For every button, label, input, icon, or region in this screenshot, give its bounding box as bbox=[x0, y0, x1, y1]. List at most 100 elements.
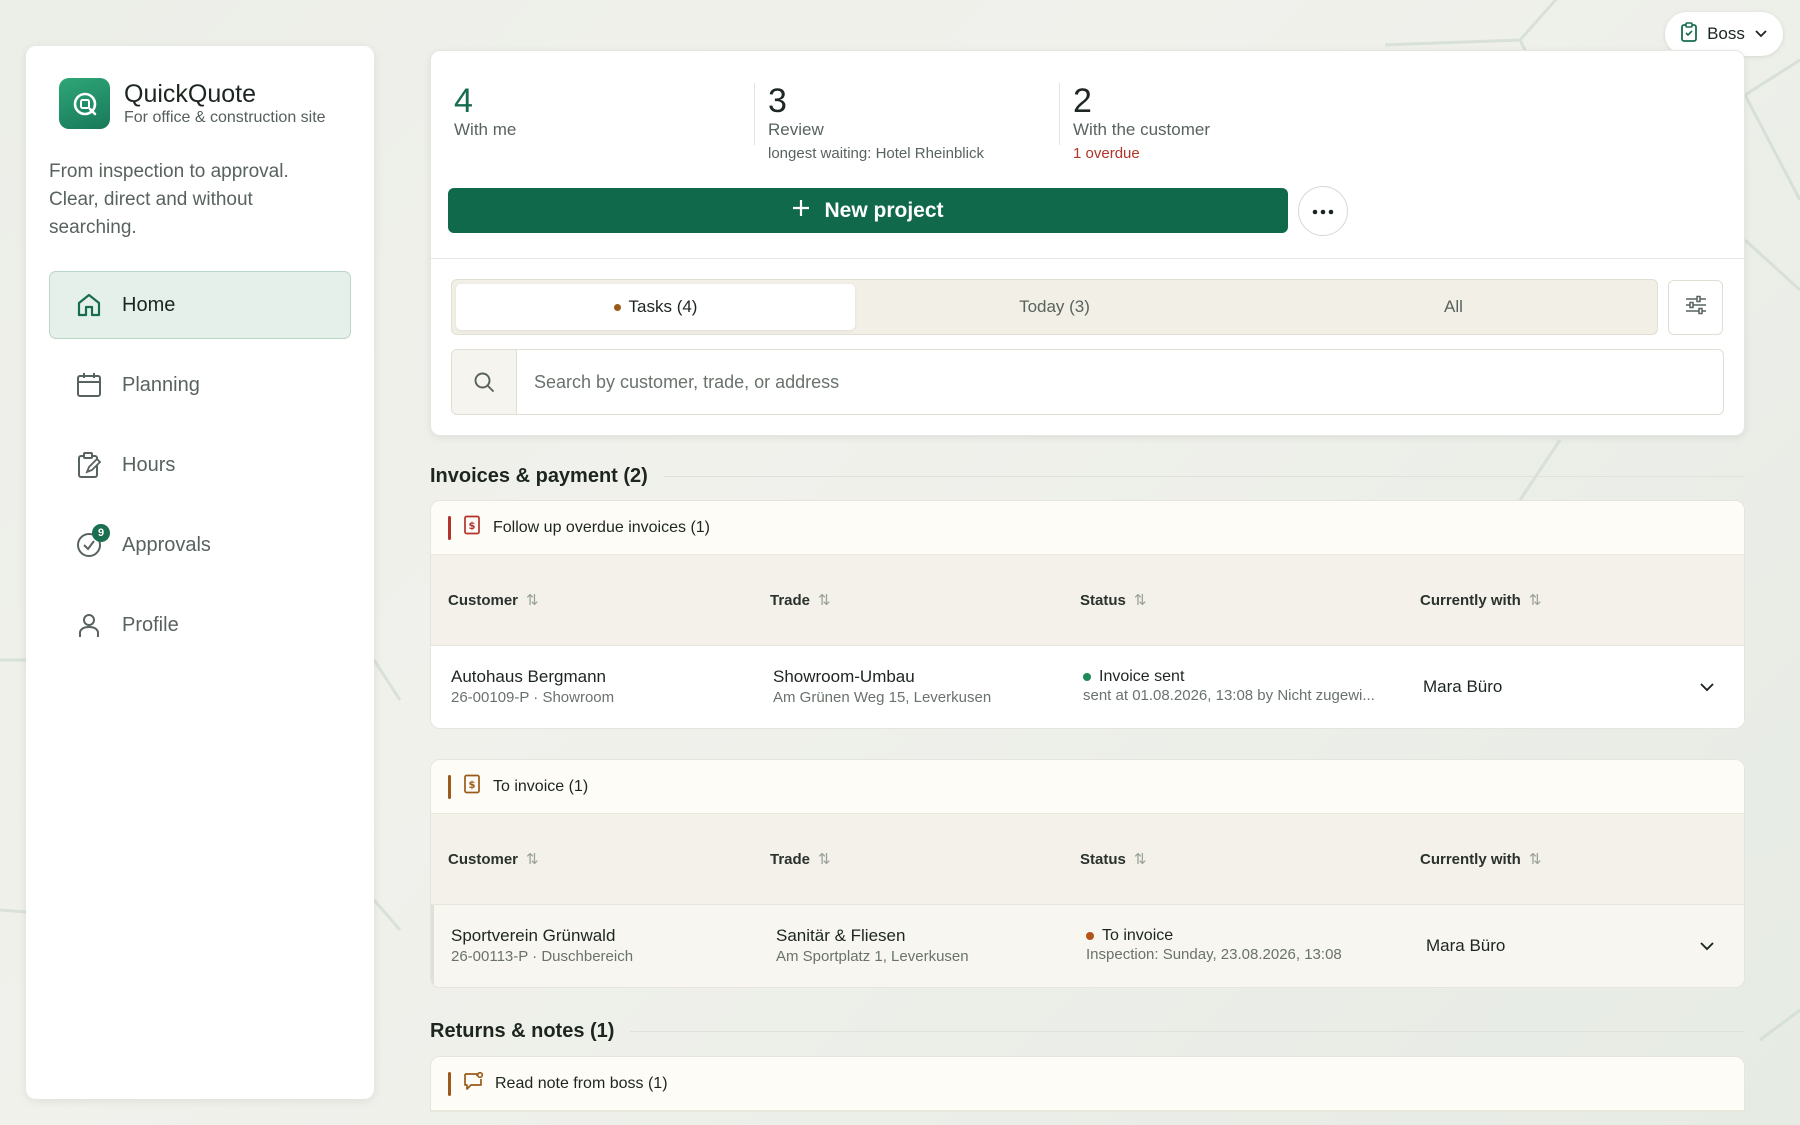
accent-bar bbox=[448, 774, 451, 799]
tab-tasks[interactable]: Tasks (4) bbox=[456, 284, 855, 330]
cell-currently-with: Mara Büro bbox=[1423, 677, 1503, 696]
search-input[interactable] bbox=[517, 350, 1723, 414]
sort-icon: ⇅ bbox=[818, 851, 831, 868]
sidebar-item-home[interactable]: Home bbox=[49, 271, 351, 339]
sort-icon: ⇅ bbox=[818, 592, 831, 609]
status-detail: sent at 01.08.2026, 13:08 by Nicht zugew… bbox=[1083, 687, 1375, 704]
search-bar bbox=[451, 349, 1724, 415]
column-currently-with[interactable]: Currently with ⇅ bbox=[1420, 591, 1744, 610]
invoice-icon: $ bbox=[463, 515, 481, 540]
plus-icon bbox=[792, 199, 810, 223]
stat-label: With the customer bbox=[1073, 120, 1210, 139]
cell-trade: Sanitär & Fliesen Am Sportplatz 1, Lever… bbox=[773, 925, 1083, 967]
section-returns: Returns & notes (1) bbox=[430, 1020, 1745, 1043]
column-label: Trade bbox=[770, 850, 811, 868]
app-name: QuickQuote bbox=[124, 79, 257, 108]
column-status[interactable]: Status ⇅ bbox=[1080, 850, 1420, 869]
stat-with-customer[interactable]: 2 With the customer 1 overdue bbox=[1059, 83, 1359, 162]
chevron-down-icon[interactable] bbox=[1687, 682, 1727, 692]
column-label: Customer bbox=[448, 850, 519, 868]
sort-icon: ⇅ bbox=[526, 851, 539, 868]
cell-customer: Autohaus Bergmann 26-00109-P · Showroom bbox=[431, 666, 770, 708]
accent-bar bbox=[448, 515, 451, 540]
group-header[interactable]: $ To invoice (1) bbox=[431, 760, 1744, 814]
user-icon bbox=[74, 610, 104, 640]
tab-all[interactable]: All bbox=[1254, 284, 1653, 330]
group-title: Read note from boss (1) bbox=[495, 1074, 668, 1092]
trade-address: Am Grünen Weg 15, Leverkusen bbox=[773, 689, 992, 706]
status-label: Invoice sent bbox=[1099, 668, 1185, 685]
stat-review[interactable]: 3 Review longest waiting: Hotel Rheinbli… bbox=[754, 83, 1059, 162]
stat-with-me[interactable]: 4 With me bbox=[454, 73, 754, 163]
stat-value: 4 bbox=[454, 82, 473, 120]
more-options-button[interactable] bbox=[1298, 185, 1348, 236]
stat-subtext: 1 overdue bbox=[1073, 145, 1140, 162]
tab-label: Tasks (4) bbox=[628, 297, 698, 316]
stats-row: 4 With me 3 Review longest waiting: Hote… bbox=[431, 51, 1744, 163]
group-header[interactable]: $ Follow up overdue invoices (1) bbox=[431, 501, 1744, 555]
cell-customer: Sportverein Grünwald 26-00113-P · Duschb… bbox=[434, 925, 773, 967]
tab-label: All bbox=[1444, 297, 1463, 316]
section-title: Invoices & payment (2) bbox=[430, 465, 648, 487]
column-status[interactable]: Status ⇅ bbox=[1080, 591, 1420, 610]
sidebar-item-approvals[interactable]: 9 Approvals bbox=[49, 511, 351, 579]
column-trade[interactable]: Trade ⇅ bbox=[770, 850, 1080, 869]
table-row[interactable]: Sportverein Grünwald 26-00113-P · Duschb… bbox=[431, 905, 1744, 987]
actions-row: New project bbox=[431, 163, 1744, 259]
clipboard-icon bbox=[1680, 21, 1698, 47]
sidebar-item-label: Hours bbox=[122, 453, 176, 476]
sidebar-item-label: Profile bbox=[122, 613, 179, 636]
status-dot bbox=[1083, 673, 1091, 681]
column-label: Customer bbox=[448, 591, 519, 609]
sort-icon: ⇅ bbox=[1133, 592, 1147, 609]
column-trade[interactable]: Trade ⇅ bbox=[770, 591, 1080, 610]
approvals-badge: 9 bbox=[92, 524, 110, 542]
search-icon bbox=[452, 350, 517, 414]
cell-trade: Showroom-Umbau Am Grünen Weg 15, Leverku… bbox=[770, 666, 1080, 708]
column-label: Status bbox=[1080, 591, 1126, 609]
column-label: Trade bbox=[770, 591, 811, 609]
filter-button[interactable] bbox=[1668, 279, 1723, 335]
stat-label: With me bbox=[454, 120, 517, 139]
table-header: Customer ⇅ Trade ⇅ Status ⇅ Currently with ⇅ bbox=[431, 555, 1744, 646]
column-customer[interactable]: Customer ⇅ bbox=[431, 850, 770, 869]
column-customer[interactable]: Customer ⇅ bbox=[431, 591, 770, 610]
home-icon bbox=[74, 290, 104, 320]
view-tabs: Tasks (4) Today (3) All bbox=[451, 279, 1658, 335]
overview-card: 4 With me 3 Review longest waiting: Hote… bbox=[430, 50, 1745, 436]
sidebar-item-label: Home bbox=[122, 293, 176, 316]
column-currently-with[interactable]: Currently with ⇅ bbox=[1420, 850, 1744, 869]
sidebar-item-hours[interactable]: Hours bbox=[49, 431, 351, 499]
customer-name: Sportverein Grünwald bbox=[451, 926, 616, 945]
tab-today[interactable]: Today (3) bbox=[855, 284, 1254, 330]
cell-status: To invoice Inspection: Sunday, 23.08.202… bbox=[1083, 927, 1423, 965]
sidebar: QuickQuote For office & construction sit… bbox=[26, 46, 374, 1099]
svg-text:$: $ bbox=[469, 521, 476, 532]
sidebar-item-profile[interactable]: Profile bbox=[49, 591, 351, 659]
chevron-down-icon bbox=[1754, 24, 1768, 44]
svg-text:$: $ bbox=[469, 780, 476, 791]
clipboard-edit-icon bbox=[74, 450, 104, 480]
calendar-icon bbox=[74, 370, 104, 400]
new-project-button[interactable]: New project bbox=[448, 188, 1288, 233]
sidebar-item-planning[interactable]: Planning bbox=[49, 351, 351, 419]
cell-currently-with: Mara Büro bbox=[1426, 936, 1506, 955]
sidebar-nav: Home Planning Hours 9 Approvals Profile bbox=[49, 271, 351, 659]
tab-indicator-dot bbox=[613, 303, 621, 311]
table-header: Customer ⇅ Trade ⇅ Status ⇅ Currently with ⇅ bbox=[431, 814, 1744, 905]
group-to-invoice: $ To invoice (1) Customer ⇅ Trade ⇅ Status… bbox=[430, 759, 1745, 988]
column-label: Currently with bbox=[1420, 850, 1521, 868]
group-notes: Read note from boss (1) bbox=[430, 1056, 1745, 1112]
message-icon bbox=[463, 1071, 484, 1096]
customer-ref: 26-00109-P · Showroom bbox=[451, 689, 615, 706]
customer-ref: 26-00113-P · Duschbereich bbox=[451, 948, 634, 965]
app-subtitle: For office & construction site bbox=[124, 108, 326, 126]
trade-name: Showroom-Umbau bbox=[773, 667, 915, 686]
invoice-icon: $ bbox=[463, 774, 481, 799]
stat-subtext: longest waiting: Hotel Rheinblick bbox=[768, 145, 984, 162]
chevron-down-icon[interactable] bbox=[1687, 941, 1727, 951]
table-row[interactable]: Autohaus Bergmann 26-00109-P · Showroom … bbox=[431, 646, 1744, 728]
sort-icon: ⇅ bbox=[1528, 851, 1542, 868]
group-overdue-invoices: $ Follow up overdue invoices (1) Custome… bbox=[430, 500, 1745, 729]
group-header[interactable]: Read note from boss (1) bbox=[431, 1057, 1744, 1111]
